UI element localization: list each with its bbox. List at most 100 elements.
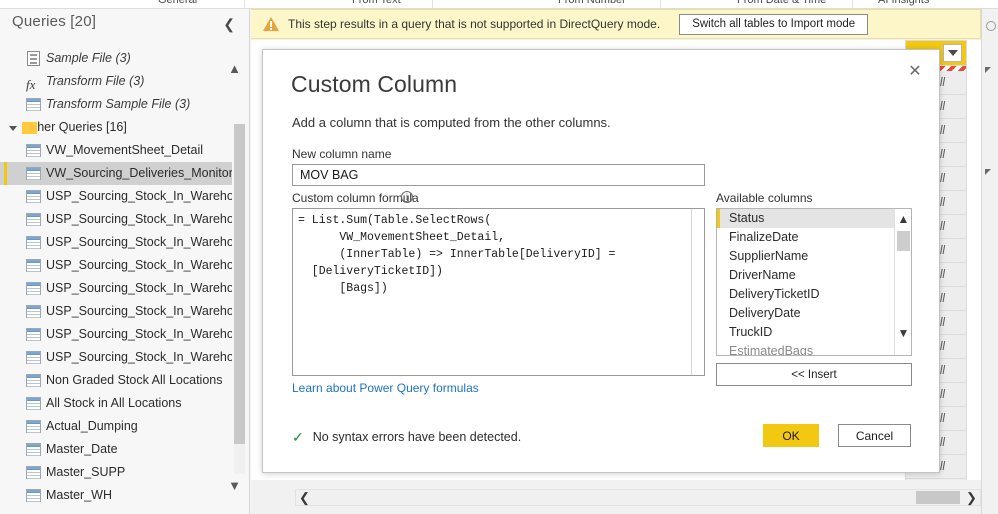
query-list-item[interactable]: VW_MovementSheet_Detail <box>0 139 232 162</box>
expand-collapse-arrow-icon[interactable] <box>9 126 17 131</box>
new-column-name-input[interactable] <box>292 164 705 186</box>
query-list-item[interactable]: Transform Sample File (3) <box>0 93 232 116</box>
table-icon <box>26 465 41 480</box>
query-list-item-label: USP_Sourcing_Stock_In_Wareho... <box>46 281 232 295</box>
query-list-item-label: USP_Sourcing_Stock_In_Wareho... <box>46 235 232 249</box>
ribbon-group-from-date-time[interactable]: From Date & Time <box>737 0 826 6</box>
table-icon <box>26 281 41 296</box>
query-list-item-label: Transform Sample File (3) <box>46 97 191 111</box>
cancel-button[interactable]: Cancel <box>838 424 911 447</box>
query-list-item[interactable]: Non Graded Stock All Locations <box>0 369 232 392</box>
query-list-item[interactable]: USP_Sourcing_Stock_In_Wareho... <box>0 185 232 208</box>
table-icon <box>26 419 41 434</box>
available-columns-scrollbar[interactable]: ▲ ▼ <box>894 209 911 355</box>
dialog-subtitle: Add a column that is computed from the o… <box>292 115 611 130</box>
available-column-item[interactable]: DeliveryDate <box>717 304 911 323</box>
query-list-item[interactable]: USP_Sourcing_Stock_In_Wareho... <box>0 208 232 231</box>
queries-pane-title: Queries [20] <box>12 13 97 30</box>
document-icon <box>26 51 41 66</box>
query-list-item[interactable]: Other Queries [16] <box>0 116 232 139</box>
available-column-item[interactable]: TruckID <box>717 323 911 342</box>
grid-cell[interactable] <box>905 479 967 480</box>
query-list-item-label: USP_Sourcing_Stock_In_Wareho... <box>46 350 232 364</box>
triangle-marker-icon <box>985 169 991 175</box>
table-icon <box>26 442 41 457</box>
ribbon-group-general[interactable]: General <box>158 0 197 6</box>
query-list-item-label: USP_Sourcing_Stock_In_Wareho... <box>46 327 232 341</box>
query-list-item-label: Master_Date <box>46 442 118 456</box>
ribbon-group-from-number[interactable]: From Number <box>558 0 626 6</box>
query-list-item[interactable]: USP_Sourcing_Stock_In_Wareho... <box>0 323 232 346</box>
table-icon <box>26 143 41 158</box>
formula-text[interactable]: = List.Sum(Table.SelectRows( VW_Movement… <box>298 212 688 297</box>
available-columns-list[interactable]: Status FinalizeDate SupplierName DriverName… <box>716 208 912 356</box>
learn-power-query-formulas-link[interactable]: Learn about Power Query formulas <box>292 381 479 395</box>
chevron-down-icon[interactable]: ▼ <box>896 325 911 341</box>
queries-pane: Queries [20] ❮ ▲ ▼ Sample File (3) fx Tran… <box>0 9 250 514</box>
table-icon <box>26 166 41 181</box>
new-column-name-label: New column name <box>292 147 392 161</box>
filter-dropdown-icon[interactable] <box>943 44 962 62</box>
query-list-item[interactable]: Master_SUPP <box>0 461 232 484</box>
chevron-left-icon[interactable]: ❮ <box>223 17 235 31</box>
query-list-item-label: Master_SUPP <box>46 465 126 479</box>
chevron-up-icon[interactable]: ▲ <box>896 211 911 227</box>
query-list-item[interactable]: Master_Date <box>0 438 232 461</box>
available-column-item[interactable]: DriverName <box>717 266 911 285</box>
query-list-item[interactable]: Actual_Dumping <box>0 415 232 438</box>
query-list-item-label: Transform File (3) <box>46 74 145 88</box>
ribbon-group-ai-insights[interactable]: AI Insights <box>878 0 929 6</box>
switch-to-import-mode-button[interactable]: Switch all tables to Import mode <box>679 13 869 35</box>
close-icon[interactable]: ✕ <box>903 60 927 84</box>
available-column-item[interactable]: DeliveryTicketID <box>717 285 911 304</box>
horizontal-scrollbar-thumb[interactable] <box>916 491 960 504</box>
query-list-item[interactable]: USP_Sourcing_Stock_In_Wareho... <box>0 300 232 323</box>
table-icon <box>26 350 41 365</box>
query-list-item-label: Actual_Dumping <box>46 419 138 433</box>
available-column-item[interactable]: EstimatedBags <box>717 342 911 355</box>
query-list-item[interactable]: USP_Sourcing_Stock_In_Wareho... <box>0 231 232 254</box>
table-icon <box>26 212 41 227</box>
dialog-title: Custom Column <box>291 71 458 97</box>
query-list-item[interactable]: USP_Sourcing_Stock_In_Wareho... <box>0 346 232 369</box>
table-icon <box>26 396 41 411</box>
query-list-item[interactable]: fx Transform File (3) <box>0 70 232 93</box>
formula-editor[interactable]: = List.Sum(Table.SelectRows( VW_Movement… <box>292 208 705 376</box>
available-column-item[interactable]: FinalizeDate <box>717 228 911 247</box>
table-icon <box>26 97 41 112</box>
query-list-item[interactable]: Master_WH <box>0 484 232 507</box>
ribbon-group-from-text[interactable]: From Text <box>352 0 401 6</box>
chevron-left-icon[interactable]: ❮ <box>296 490 313 505</box>
warning-message: This step results in a query that is not… <box>288 17 661 31</box>
query-list-item-label: VW_Sourcing_Deliveries_Monitor <box>46 166 232 180</box>
available-column-item[interactable]: Status <box>717 209 911 228</box>
formula-scrollbar[interactable] <box>691 209 704 375</box>
queries-scrollbar-track[interactable] <box>234 124 245 474</box>
query-list-item[interactable]: All Stock in All Locations <box>0 392 232 415</box>
available-column-item[interactable]: SupplierName <box>717 247 911 266</box>
query-list-item-label: Other Queries [16] <box>24 120 127 134</box>
chevron-right-icon[interactable]: ❯ <box>963 490 980 505</box>
query-list-item[interactable]: USP_Sourcing_Stock_In_Wareho... <box>0 254 232 277</box>
triangle-marker-icon <box>985 67 991 73</box>
available-columns-scrollbar-thumb[interactable] <box>897 231 910 251</box>
check-icon: ✓ <box>292 429 304 445</box>
ok-button[interactable]: OK <box>763 424 819 447</box>
table-icon <box>26 304 41 319</box>
available-columns-label: Available columns <box>716 191 813 205</box>
query-settings-collapsed-panel[interactable] <box>981 9 998 514</box>
custom-column-dialog: ✕ Custom Column Add a column that is com… <box>262 49 940 473</box>
query-list-item[interactable]: USP_Sourcing_Stock_In_Wareho... <box>0 277 232 300</box>
query-list-item-label: USP_Sourcing_Stock_In_Wareho... <box>46 189 232 203</box>
query-list-item[interactable]: VW_Sourcing_Deliveries_Monitor <box>0 162 232 185</box>
ribbon-divider <box>244 0 245 8</box>
horizontal-scrollbar[interactable]: ❮ ❯ <box>295 489 981 506</box>
insert-column-button[interactable]: << Insert <box>716 363 912 386</box>
queries-scrollbar-thumb[interactable] <box>234 124 245 444</box>
info-icon[interactable]: i <box>401 191 413 203</box>
query-list-item-label: Non Graded Stock All Locations <box>46 373 223 387</box>
query-list-item[interactable]: Sample File (3) <box>0 47 232 70</box>
query-list-item-label: VW_MovementSheet_Detail <box>46 143 204 157</box>
table-icon <box>26 488 41 503</box>
fx-icon: fx <box>26 77 36 92</box>
